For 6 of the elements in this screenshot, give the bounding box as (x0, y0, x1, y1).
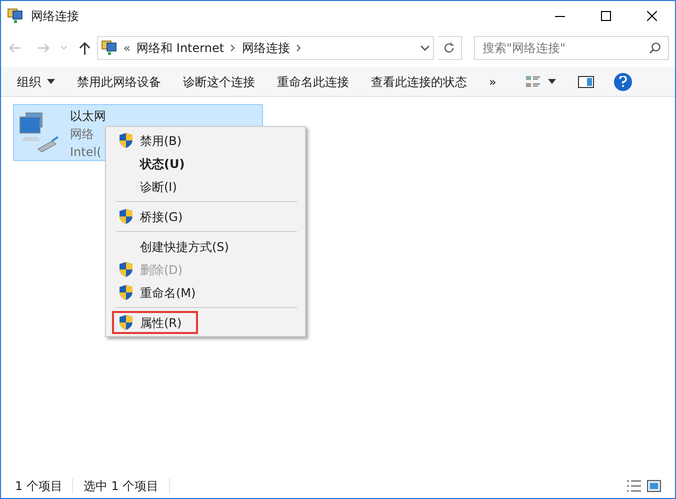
adapter-device: Intel( (70, 144, 102, 161)
adapter-type: 网络 (70, 126, 95, 143)
item-count: 1 个项目 (15, 478, 62, 495)
selection-count: 选中 1 个项目 (83, 478, 159, 495)
adapter-name: 以太网 (70, 108, 106, 125)
window-title: 网络连接 (31, 8, 79, 25)
